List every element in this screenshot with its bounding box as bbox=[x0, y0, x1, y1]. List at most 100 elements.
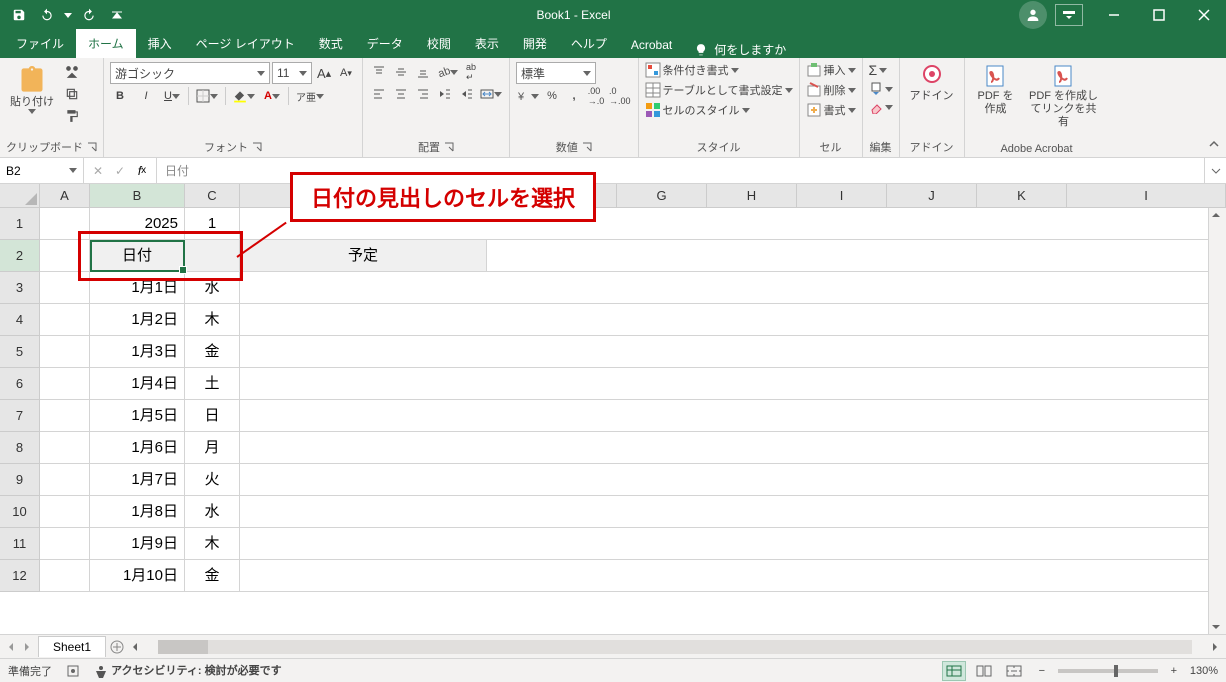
copy-icon[interactable] bbox=[62, 84, 82, 104]
paste-button[interactable]: 貼り付け bbox=[6, 62, 58, 116]
undo-dropdown-icon[interactable] bbox=[64, 13, 72, 18]
wrap-text-icon[interactable]: ab↵ bbox=[461, 62, 481, 82]
row-header[interactable]: 3 bbox=[0, 272, 40, 304]
insert-function-icon[interactable]: fx bbox=[132, 161, 152, 181]
column-header-H[interactable]: H bbox=[707, 184, 797, 207]
cell[interactable] bbox=[240, 496, 1226, 528]
redo-icon[interactable] bbox=[78, 4, 100, 26]
increase-font-icon[interactable]: A▴ bbox=[314, 63, 334, 83]
cell[interactable]: 月 bbox=[185, 432, 240, 464]
cell[interactable] bbox=[40, 432, 90, 464]
sheet-nav-next-icon[interactable] bbox=[20, 640, 34, 654]
phonetic-button[interactable]: ア亜 bbox=[295, 86, 325, 106]
tab-review[interactable]: 校閲 bbox=[415, 29, 463, 58]
create-share-pdf-button[interactable]: PDF を作成してリンクを共有 bbox=[1025, 62, 1103, 132]
fill-color-button[interactable] bbox=[232, 86, 256, 106]
align-left-icon[interactable] bbox=[369, 84, 389, 104]
accounting-format-icon[interactable]: ¥ bbox=[516, 86, 540, 106]
font-color-button[interactable]: A bbox=[262, 86, 282, 106]
hscroll-right-icon[interactable] bbox=[1208, 640, 1222, 654]
cell[interactable]: 1月7日 bbox=[90, 464, 185, 496]
cell[interactable]: 木 bbox=[185, 528, 240, 560]
increase-indent-icon[interactable] bbox=[457, 84, 477, 104]
tab-insert[interactable]: 挿入 bbox=[136, 29, 184, 58]
cell[interactable] bbox=[40, 560, 90, 592]
fill-button[interactable] bbox=[869, 82, 893, 96]
alignment-dialog-launcher[interactable] bbox=[444, 142, 454, 152]
tab-acrobat[interactable]: Acrobat bbox=[619, 32, 684, 58]
zoom-out-icon[interactable]: − bbox=[1032, 661, 1052, 681]
row-header[interactable]: 1 bbox=[0, 208, 40, 240]
decrease-decimal-icon[interactable]: .0→.00 bbox=[608, 86, 632, 106]
select-all-button[interactable] bbox=[0, 184, 40, 207]
column-header-A[interactable]: A bbox=[40, 184, 90, 207]
collapse-ribbon-icon[interactable] bbox=[1208, 138, 1220, 153]
hscroll-left-icon[interactable] bbox=[128, 640, 142, 654]
insert-cells-button[interactable]: 挿入 bbox=[806, 62, 856, 78]
sheet-tab[interactable]: Sheet1 bbox=[38, 636, 106, 657]
cell[interactable] bbox=[40, 464, 90, 496]
font-size-select[interactable]: 11 bbox=[272, 62, 312, 84]
qat-customize-icon[interactable] bbox=[106, 4, 128, 26]
clear-button[interactable] bbox=[869, 100, 893, 114]
cell[interactable]: 1 bbox=[185, 208, 240, 240]
cell[interactable]: 日付 bbox=[90, 240, 185, 272]
cell[interactable]: 日 bbox=[185, 400, 240, 432]
cell[interactable] bbox=[240, 528, 1226, 560]
ribbon-display-options-icon[interactable] bbox=[1055, 4, 1083, 26]
italic-button[interactable]: I bbox=[136, 86, 156, 106]
cell[interactable] bbox=[240, 560, 1226, 592]
column-header-G[interactable]: G bbox=[617, 184, 707, 207]
cell[interactable]: 金 bbox=[185, 336, 240, 368]
row-header[interactable]: 9 bbox=[0, 464, 40, 496]
tab-developer[interactable]: 開発 bbox=[511, 29, 559, 58]
zoom-level[interactable]: 130% bbox=[1190, 665, 1218, 677]
cell[interactable] bbox=[40, 272, 90, 304]
column-header-C[interactable]: C bbox=[185, 184, 240, 207]
create-pdf-button[interactable]: PDF を作成 bbox=[971, 62, 1021, 118]
cell[interactable] bbox=[185, 240, 240, 272]
cell[interactable]: 1月1日 bbox=[90, 272, 185, 304]
row-header[interactable]: 5 bbox=[0, 336, 40, 368]
comma-format-icon[interactable]: , bbox=[564, 86, 584, 106]
row-header[interactable]: 11 bbox=[0, 528, 40, 560]
font-name-select[interactable]: 游ゴシック bbox=[110, 62, 270, 84]
cell[interactable] bbox=[240, 464, 1226, 496]
cell[interactable]: 1月6日 bbox=[90, 432, 185, 464]
cell[interactable] bbox=[40, 208, 90, 240]
cell[interactable] bbox=[40, 528, 90, 560]
addin-button[interactable]: アドイン bbox=[906, 62, 958, 105]
zoom-in-icon[interactable]: + bbox=[1164, 661, 1184, 681]
minimize-button[interactable] bbox=[1091, 0, 1136, 30]
cell[interactable]: 水 bbox=[185, 272, 240, 304]
format-cells-button[interactable]: 書式 bbox=[806, 102, 856, 118]
cell[interactable]: 金 bbox=[185, 560, 240, 592]
maximize-button[interactable] bbox=[1136, 0, 1181, 30]
cell[interactable] bbox=[40, 336, 90, 368]
column-header-B[interactable]: B bbox=[90, 184, 185, 207]
tab-help[interactable]: ヘルプ bbox=[559, 29, 619, 58]
zoom-slider[interactable] bbox=[1058, 669, 1158, 673]
underline-button[interactable]: U bbox=[162, 86, 182, 106]
cell[interactable] bbox=[240, 304, 1226, 336]
cell[interactable]: 1月9日 bbox=[90, 528, 185, 560]
row-header[interactable]: 7 bbox=[0, 400, 40, 432]
scroll-down-icon[interactable] bbox=[1209, 620, 1223, 634]
cell[interactable]: 1月2日 bbox=[90, 304, 185, 336]
row-header[interactable]: 2 bbox=[0, 240, 40, 272]
cell[interactable] bbox=[240, 432, 1226, 464]
cell[interactable]: 1月4日 bbox=[90, 368, 185, 400]
status-accessibility[interactable]: アクセシビリティ: 検討が必要です bbox=[94, 662, 282, 678]
account-icon[interactable] bbox=[1019, 1, 1047, 29]
tab-home[interactable]: ホーム bbox=[76, 29, 136, 58]
number-dialog-launcher[interactable] bbox=[582, 142, 592, 152]
vertical-scrollbar[interactable] bbox=[1208, 208, 1226, 634]
column-header-last[interactable]: I bbox=[1067, 184, 1226, 207]
font-dialog-launcher[interactable] bbox=[252, 142, 262, 152]
view-page-layout-icon[interactable] bbox=[972, 661, 996, 681]
cell[interactable] bbox=[240, 336, 1226, 368]
cell[interactable]: 土 bbox=[185, 368, 240, 400]
enter-formula-icon[interactable]: ✓ bbox=[110, 161, 130, 181]
row-header[interactable]: 8 bbox=[0, 432, 40, 464]
bold-button[interactable]: B bbox=[110, 86, 130, 106]
